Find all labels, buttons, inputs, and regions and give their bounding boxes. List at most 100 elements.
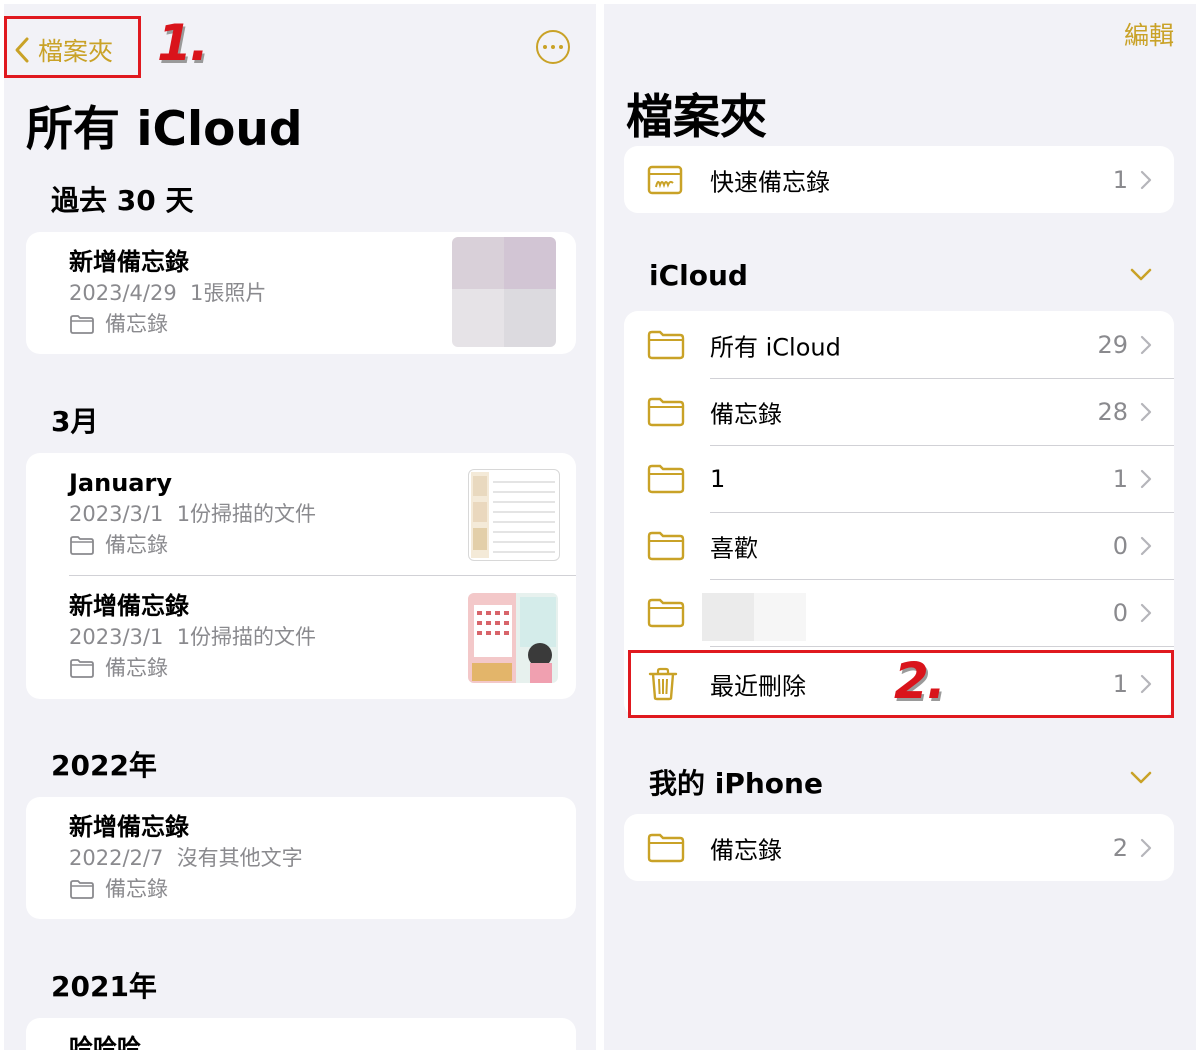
section-header: 過去 30 天	[51, 184, 194, 217]
note-date: 2023/3/1	[69, 502, 164, 526]
section-header: 3月	[51, 405, 99, 438]
note-preview: 沒有其他文字	[176, 846, 303, 870]
thumbnail-block	[452, 237, 504, 289]
more-dot	[551, 45, 555, 49]
folder-row[interactable]: 喜歡 0	[624, 512, 1174, 579]
note-preview: 1份掃描的文件	[176, 625, 317, 649]
row-divider	[710, 646, 1174, 647]
note-meta: 2023/3/1 1份掃描的文件	[69, 623, 316, 651]
note-thumbnail	[452, 237, 556, 347]
section-header: 2022年	[51, 749, 157, 782]
chevron-right-icon	[1140, 402, 1152, 421]
chevron-right-icon	[1140, 536, 1152, 555]
folder-outline-icon	[70, 880, 94, 899]
chevron-right-icon	[1140, 603, 1152, 622]
chevron-down-icon[interactable]	[1130, 771, 1152, 785]
note-preview: 1張照片	[190, 281, 267, 305]
more-dot	[559, 45, 563, 49]
note-folder-label: 備忘錄	[105, 656, 168, 680]
folder-icon	[647, 464, 685, 493]
note-item[interactable]: January 2023/3/1 1份掃描的文件 備忘錄	[69, 469, 316, 559]
note-title: 新增備忘錄	[69, 592, 189, 620]
folder-count: 2	[1112, 833, 1128, 862]
chevron-right-icon	[1140, 170, 1152, 189]
page-title: 所有 iCloud	[26, 102, 303, 157]
folder-outline-icon	[70, 315, 94, 334]
folder-count: 1	[1112, 464, 1128, 493]
note-folder-label: 備忘錄	[105, 877, 168, 901]
folder-row[interactable]: 1 1	[624, 445, 1174, 512]
step-1-marker: 1.	[157, 14, 209, 72]
folder-icon	[647, 397, 685, 426]
scanned-document-thumbnail	[468, 469, 560, 561]
redacted-folder-name	[702, 593, 806, 641]
folder-icon	[647, 598, 685, 627]
note-title: January	[69, 469, 172, 497]
note-item[interactable]: 新增備忘錄 2022/2/7 沒有其他文字 備忘錄	[69, 813, 303, 903]
folder-count: 29	[1097, 330, 1128, 359]
folder-label: 所有 iCloud	[710, 333, 841, 361]
note-folder: 備忘錄	[69, 875, 303, 903]
folder-icon	[647, 531, 685, 560]
notes-group: 哈哈哈	[26, 1018, 576, 1050]
folder-label: 喜歡	[710, 534, 758, 562]
chevron-right-icon	[1140, 335, 1152, 354]
folders-screen: 編輯 檔案夾 快速備忘錄 1 iCloud 所有 iCloud 29 備忘錄 2…	[604, 4, 1196, 1050]
folder-row[interactable]: 0	[624, 579, 1174, 646]
note-meta: 2022/2/7 沒有其他文字	[69, 844, 303, 872]
note-folder-label: 備忘錄	[105, 312, 168, 336]
folder-label: 快速備忘錄	[710, 168, 830, 196]
folder-label: 備忘錄	[710, 400, 782, 428]
chevron-right-icon	[1140, 838, 1152, 857]
note-title: 新增備忘錄	[69, 813, 189, 841]
thumbnail-block	[504, 237, 556, 289]
folder-row-quick-notes[interactable]: 快速備忘錄 1	[624, 146, 1174, 213]
scanned-page-icon	[471, 472, 555, 558]
more-dot	[543, 45, 547, 49]
note-title: 新增備忘錄	[69, 248, 189, 276]
folder-count: 0	[1112, 531, 1128, 560]
notes-group: 新增備忘錄 2022/2/7 沒有其他文字 備忘錄	[26, 797, 576, 919]
folder-count: 1	[1112, 165, 1128, 194]
note-meta: 2023/4/29 1張照片	[69, 279, 266, 307]
note-date: 2023/3/1	[69, 625, 164, 649]
folder-label: 備忘錄	[710, 836, 782, 864]
folder-outline-icon	[70, 659, 94, 678]
folder-count: 28	[1097, 397, 1128, 426]
notes-group: January 2023/3/1 1份掃描的文件 備忘錄 新增備忘錄 2023/…	[26, 453, 576, 699]
page-title: 檔案夾	[626, 90, 767, 145]
folder-row[interactable]: 所有 iCloud 29	[624, 311, 1174, 378]
note-preview: 1份掃描的文件	[176, 502, 317, 526]
folder-outline-icon	[70, 536, 94, 555]
note-folder: 備忘錄	[69, 654, 316, 682]
note-item[interactable]: 新增備忘錄 2023/4/29 1張照片 備忘錄	[69, 248, 266, 338]
scanned-document-thumbnail	[468, 593, 558, 683]
note-folder: 備忘錄	[69, 310, 266, 338]
highlight-box-back	[4, 16, 141, 78]
folder-row[interactable]: 備忘錄 28	[624, 378, 1174, 445]
thumbnail-block	[504, 289, 556, 347]
section-header: 2021年	[51, 970, 157, 1003]
section-header-my-iphone[interactable]: 我的 iPhone	[649, 762, 823, 802]
chevron-down-icon[interactable]	[1130, 268, 1152, 282]
note-item[interactable]: 新增備忘錄 2023/3/1 1份掃描的文件 備忘錄	[69, 592, 316, 682]
folder-icon	[647, 330, 685, 359]
section-header-icloud[interactable]: iCloud	[649, 259, 748, 292]
folder-count: 0	[1112, 598, 1128, 627]
note-date: 2023/4/29	[69, 281, 177, 305]
thumbnail-block	[452, 289, 504, 347]
iphone-folders-group: 備忘錄 2	[624, 814, 1174, 881]
note-date: 2022/2/7	[69, 846, 164, 870]
folder-icon	[647, 833, 685, 862]
note-meta: 2023/3/1 1份掃描的文件	[69, 500, 316, 528]
edit-button[interactable]: 編輯	[1124, 16, 1174, 52]
note-item[interactable]: 哈哈哈	[69, 1034, 141, 1050]
redaction-block	[754, 593, 806, 641]
quick-note-icon	[647, 165, 683, 194]
scanned-calendar-icon	[468, 593, 558, 683]
quick-notes-group: 快速備忘錄 1	[624, 146, 1174, 213]
folder-row[interactable]: 備忘錄 2	[624, 814, 1174, 881]
all-icloud-notes-screen: 檔案夾 1. 所有 iCloud 過去 30 天 新增備忘錄 2023/4/29…	[4, 4, 596, 1050]
note-folder-label: 備忘錄	[105, 533, 168, 557]
more-options-button[interactable]	[536, 30, 570, 64]
